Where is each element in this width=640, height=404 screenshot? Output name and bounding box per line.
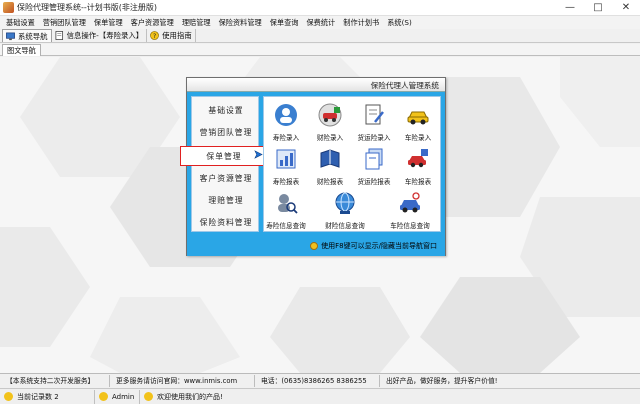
user-icon	[99, 392, 108, 401]
window-controls: — □ ✕	[556, 0, 640, 16]
category-claims[interactable]: 理赔管理	[192, 191, 260, 211]
category-marketing-team[interactable]: 营销团队管理	[192, 123, 260, 143]
app-icon	[3, 2, 14, 13]
tile-label: 车险报表	[404, 178, 432, 186]
tab-label: 使用指南	[162, 31, 192, 40]
info-slogan: 出好产品，做好服务，提升客户价值!	[386, 376, 498, 385]
toggle-navigation-hint[interactable]: 使用F8键可以显示/隐藏当前导航窗口	[310, 241, 437, 251]
arrow-down-icon	[310, 242, 319, 250]
menu-item-marketing-team[interactable]: 营销团队管理	[39, 18, 90, 28]
tile-property-entry[interactable]: 财险录入	[308, 99, 352, 142]
navigation-panel-title: 保险代理人管理系统	[370, 81, 439, 90]
help-icon: ?	[150, 31, 160, 40]
book-icon	[320, 149, 340, 168]
tile-life-report[interactable]: 寿险报表	[264, 143, 308, 186]
category-insurance-materials[interactable]: 保险资料管理	[192, 213, 260, 233]
pointer-arrow-icon	[254, 150, 263, 159]
welcome-text: 欢迎使用我们的产品!	[157, 392, 223, 401]
tile-label: 财险录入	[316, 134, 344, 142]
info-phone: 电话：(0635)8386265 8386255	[255, 374, 380, 387]
tile-property-report[interactable]: 财险报表	[308, 143, 352, 186]
menu-item-customer[interactable]: 客户资源管理	[127, 18, 178, 28]
menu-item-premium-stats[interactable]: 保费统计	[302, 18, 339, 28]
tile-label: 寿险报表	[272, 178, 300, 186]
tab-graphic-navigation[interactable]: 图文导航	[2, 44, 41, 56]
maximize-icon[interactable]: □	[584, 0, 612, 16]
menu-item-basic-settings[interactable]: 基础设置	[2, 18, 39, 28]
tab-label: 系统导航	[18, 31, 48, 41]
status-user: Admin	[95, 389, 140, 404]
chart-icon	[276, 149, 296, 169]
monitor-icon	[6, 32, 15, 40]
menu-item-policy-query[interactable]: 保单查询	[266, 18, 303, 28]
tab-label: 信息操作-【寿险录入】	[66, 31, 144, 40]
files-icon	[365, 148, 383, 170]
tab-info-operation[interactable]: 信息操作-【寿险录入】	[52, 29, 148, 42]
person-search-icon	[278, 194, 298, 214]
menu-item-materials[interactable]: 保险资料管理	[215, 18, 266, 28]
tab-system-navigation[interactable]: 系统导航	[2, 29, 52, 42]
car-search-icon	[400, 192, 420, 213]
tile-cargo-report[interactable]: 货运险报表	[352, 143, 396, 186]
category-customer-resources[interactable]: 客户资源管理	[192, 169, 260, 189]
category-list: 基础设置 营销团队管理 保单管理 客户资源管理 理赔管理 保险资料管理	[180, 96, 268, 233]
tile-label: 寿险录入	[272, 134, 300, 142]
tile-label: 寿险信息查询	[266, 222, 306, 230]
svg-text:?: ?	[153, 33, 156, 40]
tab-user-guide[interactable]: ? 使用指南	[147, 29, 196, 42]
tile-label: 货运险录入	[357, 134, 391, 142]
subtab-bar: 图文导航	[0, 44, 640, 56]
globe-search-icon	[335, 192, 355, 214]
menu-bar: 基础设置 营销团队管理 保单管理 客户资源管理 理赔管理 保险资料管理 保单查询…	[0, 16, 640, 29]
info-bar: 【本系统支持二次开发服务】 更多服务请访问官网：www.inmis.com 电话…	[0, 373, 640, 387]
menu-item-plan-book[interactable]: 制作计划书	[339, 18, 383, 28]
status-record-count: 当前记录数 2	[0, 389, 95, 404]
welcome-icon	[144, 392, 153, 401]
category-basic-settings[interactable]: 基础设置	[192, 101, 260, 121]
minimize-icon[interactable]: —	[556, 0, 584, 16]
info-dev-service: 【本系统支持二次开发服务】	[0, 374, 110, 387]
tile-label: 车险信息查询	[390, 222, 430, 230]
tile-auto-report[interactable]: 车险报表	[396, 143, 440, 186]
hint-text: 使用F8键可以显示/隐藏当前导航窗口	[321, 242, 437, 250]
tile-auto-entry[interactable]: 车险录入	[396, 99, 440, 142]
tile-life-query[interactable]: 寿险信息查询	[264, 187, 308, 230]
menu-item-system[interactable]: 系统(S)	[383, 18, 416, 28]
navigation-panel-footer: 使用F8键可以显示/隐藏当前导航窗口	[187, 236, 445, 256]
navigation-panel: 保险代理人管理系统 基础设置 营销团队管理 保单管理 客户资源管理 理赔管理 保…	[180, 77, 446, 256]
tile-life-entry[interactable]: 寿险录入	[264, 99, 308, 142]
title-bar: 保险代理管理系统--计划书版(非注册版) — □ ✕	[0, 0, 640, 16]
menu-item-claims[interactable]: 理赔管理	[178, 18, 215, 28]
toolbar: 系统导航 信息操作-【寿险录入】 ? 使用指南	[0, 29, 640, 43]
document-pen-icon	[365, 104, 384, 125]
close-icon[interactable]: ✕	[612, 0, 640, 16]
status-welcome: 欢迎使用我们的产品!	[140, 390, 640, 404]
document-icon	[55, 31, 63, 40]
tile-property-query[interactable]: 财险信息查询	[323, 187, 367, 230]
function-tile-grid: 寿险录入 财险录入 货运险录入 车险录入 寿险报表 财险报表 货运险报表 车险报…	[263, 96, 441, 232]
car-plus-icon	[318, 103, 342, 127]
menu-item-policy[interactable]: 保单管理	[90, 18, 127, 28]
record-count-text: 当前记录数 2	[17, 392, 59, 401]
tile-cargo-entry[interactable]: 货运险录入	[352, 99, 396, 142]
status-bar: 当前记录数 2 Admin 欢迎使用我们的产品!	[0, 388, 640, 404]
user-text: Admin	[112, 392, 135, 401]
navigation-panel-header: 保险代理人管理系统	[187, 78, 445, 92]
record-icon	[4, 392, 13, 401]
tile-label: 财险报表	[316, 178, 344, 186]
car-icon	[407, 111, 429, 125]
tile-auto-query[interactable]: 车险信息查询	[388, 187, 432, 230]
person-plus-icon	[275, 104, 297, 126]
car-report-icon	[408, 149, 428, 168]
tile-label: 货运险报表	[357, 178, 391, 186]
window-title: 保险代理管理系统--计划书版(非注册版)	[17, 3, 158, 12]
info-website: 更多服务请访问官网：www.inmis.com	[110, 374, 255, 387]
tile-label: 财险信息查询	[325, 222, 365, 230]
tile-label: 车险录入	[404, 134, 432, 142]
